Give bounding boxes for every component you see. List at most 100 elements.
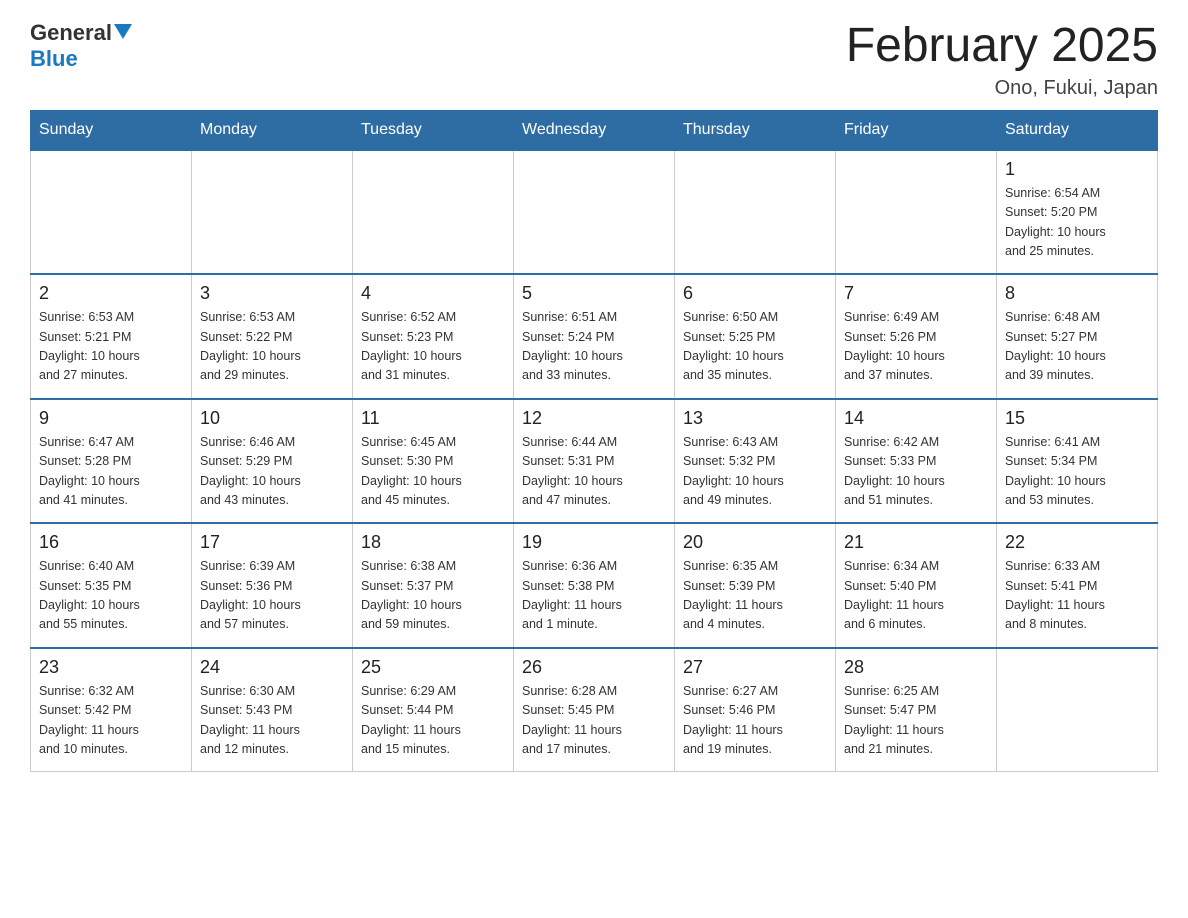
- location: Ono, Fukui, Japan: [846, 77, 1158, 100]
- day-info: Sunrise: 6:29 AM Sunset: 5:44 PM Dayligh…: [361, 682, 505, 760]
- calendar-cell: [836, 150, 997, 275]
- month-title: February 2025: [846, 20, 1158, 73]
- calendar-cell: [31, 150, 192, 275]
- calendar-cell: 8 Sunrise: 6:48 AM Sunset: 5:27 PM Daylig…: [997, 274, 1158, 399]
- calendar-header-monday: Monday: [192, 110, 353, 150]
- day-info: Sunrise: 6:54 AM Sunset: 5:20 PM Dayligh…: [1005, 184, 1149, 262]
- day-info: Sunrise: 6:38 AM Sunset: 5:37 PM Dayligh…: [361, 557, 505, 635]
- calendar-table: SundayMondayTuesdayWednesdayThursdayFrid…: [30, 110, 1158, 773]
- day-info: Sunrise: 6:49 AM Sunset: 5:26 PM Dayligh…: [844, 308, 988, 386]
- calendar-cell: 12Sunrise: 6:44 AM Sunset: 5:31 PM Dayli…: [514, 399, 675, 524]
- logo-blue: Blue: [30, 46, 78, 72]
- logo: General Blue: [30, 20, 132, 72]
- calendar-cell: 24 Sunrise: 6:30 AM Sunset: 5:43 PM Dayli…: [192, 648, 353, 772]
- day-number: 26: [522, 657, 666, 678]
- calendar-week-4: 16 Sunrise: 6:40 AM Sunset: 5:35 PM Dayli…: [31, 523, 1158, 648]
- calendar-cell: 22 Sunrise: 6:33 AM Sunset: 5:41 PM Dayli…: [997, 523, 1158, 648]
- calendar-cell: 4 Sunrise: 6:52 AM Sunset: 5:23 PM Daylig…: [353, 274, 514, 399]
- day-info: Sunrise: 6:28 AM Sunset: 5:45 PM Dayligh…: [522, 682, 666, 760]
- day-info: Sunrise: 6:40 AM Sunset: 5:35 PM Dayligh…: [39, 557, 183, 635]
- day-number: 17: [200, 532, 344, 553]
- day-number: 1: [1005, 159, 1149, 180]
- calendar-cell: 26 Sunrise: 6:28 AM Sunset: 5:45 PM Dayli…: [514, 648, 675, 772]
- calendar-cell: 25 Sunrise: 6:29 AM Sunset: 5:44 PM Dayli…: [353, 648, 514, 772]
- day-number: 23: [39, 657, 183, 678]
- day-number: 9: [39, 408, 183, 429]
- day-info: Sunrise: 6:44 AM Sunset: 5:31 PM Dayligh…: [522, 433, 666, 511]
- day-info: Sunrise: 6:33 AM Sunset: 5:41 PM Dayligh…: [1005, 557, 1149, 635]
- calendar-week-5: 23 Sunrise: 6:32 AM Sunset: 5:42 PM Dayli…: [31, 648, 1158, 772]
- day-info: Sunrise: 6:35 AM Sunset: 5:39 PM Dayligh…: [683, 557, 827, 635]
- day-info: Sunrise: 6:42 AM Sunset: 5:33 PM Dayligh…: [844, 433, 988, 511]
- calendar-cell: 14 Sunrise: 6:42 AM Sunset: 5:33 PM Dayli…: [836, 399, 997, 524]
- day-info: Sunrise: 6:52 AM Sunset: 5:23 PM Dayligh…: [361, 308, 505, 386]
- day-info: Sunrise: 6:30 AM Sunset: 5:43 PM Dayligh…: [200, 682, 344, 760]
- day-number: 22: [1005, 532, 1149, 553]
- day-info: Sunrise: 6:53 AM Sunset: 5:22 PM Dayligh…: [200, 308, 344, 386]
- day-info: Sunrise: 6:48 AM Sunset: 5:27 PM Dayligh…: [1005, 308, 1149, 386]
- day-info: Sunrise: 6:25 AM Sunset: 5:47 PM Dayligh…: [844, 682, 988, 760]
- day-info: Sunrise: 6:50 AM Sunset: 5:25 PM Dayligh…: [683, 308, 827, 386]
- day-info: Sunrise: 6:53 AM Sunset: 5:21 PM Dayligh…: [39, 308, 183, 386]
- logo-general: General: [30, 20, 112, 46]
- calendar-cell: 27 Sunrise: 6:27 AM Sunset: 5:46 PM Dayli…: [675, 648, 836, 772]
- day-number: 20: [683, 532, 827, 553]
- day-info: Sunrise: 6:27 AM Sunset: 5:46 PM Dayligh…: [683, 682, 827, 760]
- day-number: 14: [844, 408, 988, 429]
- calendar-cell: 5 Sunrise: 6:51 AM Sunset: 5:24 PM Daylig…: [514, 274, 675, 399]
- logo-triangle-icon: [114, 24, 132, 39]
- calendar-cell: 17 Sunrise: 6:39 AM Sunset: 5:36 PM Dayli…: [192, 523, 353, 648]
- calendar-cell: 20 Sunrise: 6:35 AM Sunset: 5:39 PM Dayli…: [675, 523, 836, 648]
- day-info: Sunrise: 6:32 AM Sunset: 5:42 PM Dayligh…: [39, 682, 183, 760]
- day-number: 3: [200, 283, 344, 304]
- calendar-cell: 10 Sunrise: 6:46 AM Sunset: 5:29 PM Dayli…: [192, 399, 353, 524]
- calendar-cell: [353, 150, 514, 275]
- calendar-header-row: SundayMondayTuesdayWednesdayThursdayFrid…: [31, 110, 1158, 150]
- calendar-cell: [997, 648, 1158, 772]
- day-info: Sunrise: 6:34 AM Sunset: 5:40 PM Dayligh…: [844, 557, 988, 635]
- calendar-cell: 18Sunrise: 6:38 AM Sunset: 5:37 PM Dayli…: [353, 523, 514, 648]
- day-number: 7: [844, 283, 988, 304]
- calendar-cell: [675, 150, 836, 275]
- calendar-header-saturday: Saturday: [997, 110, 1158, 150]
- calendar-header-sunday: Sunday: [31, 110, 192, 150]
- calendar-cell: 1 Sunrise: 6:54 AM Sunset: 5:20 PM Daylig…: [997, 150, 1158, 275]
- calendar-cell: 19Sunrise: 6:36 AM Sunset: 5:38 PM Dayli…: [514, 523, 675, 648]
- day-number: 10: [200, 408, 344, 429]
- day-number: 25: [361, 657, 505, 678]
- day-number: 21: [844, 532, 988, 553]
- day-number: 28: [844, 657, 988, 678]
- calendar-cell: 15 Sunrise: 6:41 AM Sunset: 5:34 PM Dayli…: [997, 399, 1158, 524]
- calendar-week-3: 9Sunrise: 6:47 AM Sunset: 5:28 PM Daylig…: [31, 399, 1158, 524]
- day-number: 16: [39, 532, 183, 553]
- day-number: 27: [683, 657, 827, 678]
- day-info: Sunrise: 6:41 AM Sunset: 5:34 PM Dayligh…: [1005, 433, 1149, 511]
- calendar-cell: 13Sunrise: 6:43 AM Sunset: 5:32 PM Dayli…: [675, 399, 836, 524]
- calendar-cell: 16 Sunrise: 6:40 AM Sunset: 5:35 PM Dayli…: [31, 523, 192, 648]
- day-number: 8: [1005, 283, 1149, 304]
- calendar-cell: 28 Sunrise: 6:25 AM Sunset: 5:47 PM Dayli…: [836, 648, 997, 772]
- page-header: General Blue February 2025 Ono, Fukui, J…: [30, 20, 1158, 100]
- day-info: Sunrise: 6:46 AM Sunset: 5:29 PM Dayligh…: [200, 433, 344, 511]
- calendar-cell: 11Sunrise: 6:45 AM Sunset: 5:30 PM Dayli…: [353, 399, 514, 524]
- calendar-header-wednesday: Wednesday: [514, 110, 675, 150]
- day-number: 19: [522, 532, 666, 553]
- calendar-cell: 3 Sunrise: 6:53 AM Sunset: 5:22 PM Daylig…: [192, 274, 353, 399]
- calendar-cell: 2Sunrise: 6:53 AM Sunset: 5:21 PM Daylig…: [31, 274, 192, 399]
- calendar-header-thursday: Thursday: [675, 110, 836, 150]
- calendar-cell: 9Sunrise: 6:47 AM Sunset: 5:28 PM Daylig…: [31, 399, 192, 524]
- day-info: Sunrise: 6:39 AM Sunset: 5:36 PM Dayligh…: [200, 557, 344, 635]
- day-info: Sunrise: 6:43 AM Sunset: 5:32 PM Dayligh…: [683, 433, 827, 511]
- calendar-cell: 7 Sunrise: 6:49 AM Sunset: 5:26 PM Daylig…: [836, 274, 997, 399]
- calendar-header-tuesday: Tuesday: [353, 110, 514, 150]
- day-info: Sunrise: 6:51 AM Sunset: 5:24 PM Dayligh…: [522, 308, 666, 386]
- calendar-week-1: 1 Sunrise: 6:54 AM Sunset: 5:20 PM Daylig…: [31, 150, 1158, 275]
- day-number: 24: [200, 657, 344, 678]
- day-number: 6: [683, 283, 827, 304]
- calendar-header-friday: Friday: [836, 110, 997, 150]
- day-number: 5: [522, 283, 666, 304]
- calendar-cell: [514, 150, 675, 275]
- day-number: 4: [361, 283, 505, 304]
- calendar-week-2: 2Sunrise: 6:53 AM Sunset: 5:21 PM Daylig…: [31, 274, 1158, 399]
- day-number: 15: [1005, 408, 1149, 429]
